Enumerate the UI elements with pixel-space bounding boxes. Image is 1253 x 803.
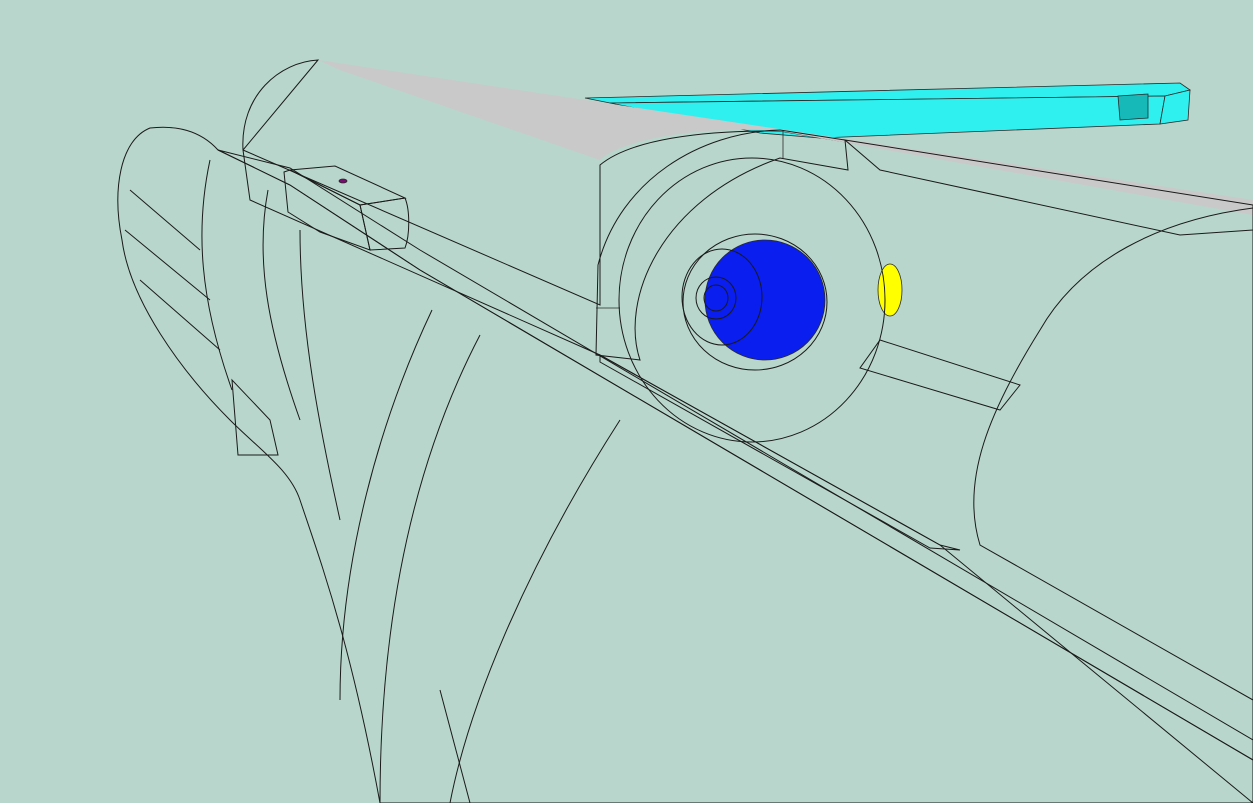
trigger-block[interactable] (283, 165, 410, 251)
trigger-block-end (359, 197, 410, 251)
rail-inner-slot (1117, 93, 1149, 121)
end-cap-recess-wall (704, 239, 826, 361)
model-scene[interactable] (0, 0, 1253, 803)
barrel-rear-cylinder (973, 207, 1253, 701)
stock[interactable] (117, 126, 1253, 803)
3d-viewport[interactable] (0, 0, 1253, 803)
barrel-lower-rod (859, 339, 1021, 411)
trigger-block-hole (338, 178, 348, 184)
stock-body (117, 126, 1253, 803)
barrel-highlight (318, 60, 1253, 215)
barrel-bottom-lip (599, 354, 961, 551)
end-cap[interactable] (618, 157, 886, 443)
yellow-part[interactable] (877, 263, 903, 317)
stock-top-face (217, 149, 1253, 761)
